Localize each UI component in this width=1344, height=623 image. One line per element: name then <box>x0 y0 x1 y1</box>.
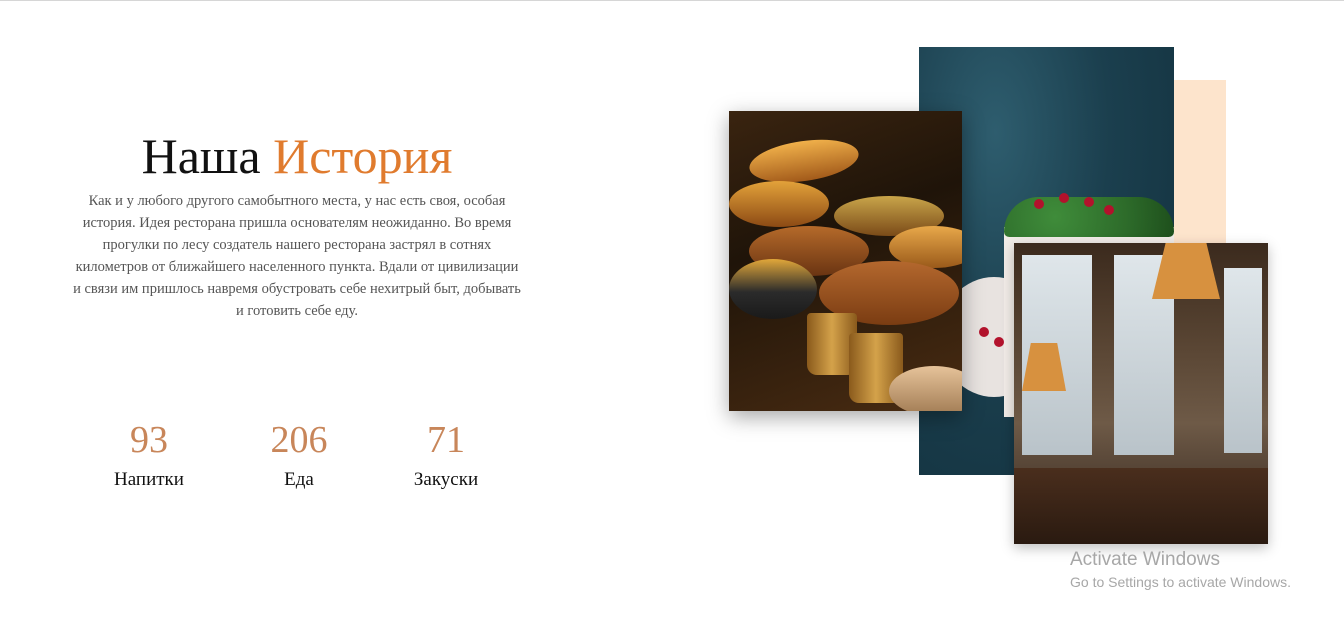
stat-label: Еда <box>284 469 314 490</box>
stat-label: Напитки <box>114 469 184 490</box>
top-divider <box>0 0 1344 1</box>
title-main: Наша <box>141 127 261 184</box>
bowl-shape <box>729 181 829 227</box>
window-shape <box>1224 268 1262 453</box>
indian-food-photo <box>729 111 962 411</box>
cafe-interior-photo <box>1014 243 1268 544</box>
berry-shape <box>1104 205 1114 215</box>
berry-shape <box>1034 199 1044 209</box>
stat-number: 71 <box>427 419 465 461</box>
bowl-shape <box>729 259 817 319</box>
stat-drinks: 93 Напитки <box>74 418 224 492</box>
table-shape <box>1014 468 1268 544</box>
berry-shape <box>1059 193 1069 203</box>
section-title: Наша История <box>60 126 534 186</box>
stat-label: Закуски <box>413 469 479 490</box>
berry-shape <box>1084 197 1094 207</box>
berry-shape <box>994 337 1004 347</box>
title-accent: История <box>273 127 453 184</box>
stat-snacks: 71 Закуски <box>371 418 521 492</box>
activation-watermark: Activate Windows Go to Settings to activ… <box>1070 549 1291 592</box>
lamp-shape <box>1152 243 1220 299</box>
stat-number: 93 <box>130 419 168 461</box>
bowl-shape <box>746 133 862 189</box>
story-text: Как и у любого другого самобытного места… <box>73 192 521 319</box>
stat-number: 206 <box>270 419 328 461</box>
stat-food: 206 Еда <box>224 418 374 492</box>
berry-shape <box>979 327 989 337</box>
watermark-subtitle: Go to Settings to activate Windows. <box>1070 574 1291 590</box>
watermark-title: Activate Windows <box>1070 549 1220 570</box>
